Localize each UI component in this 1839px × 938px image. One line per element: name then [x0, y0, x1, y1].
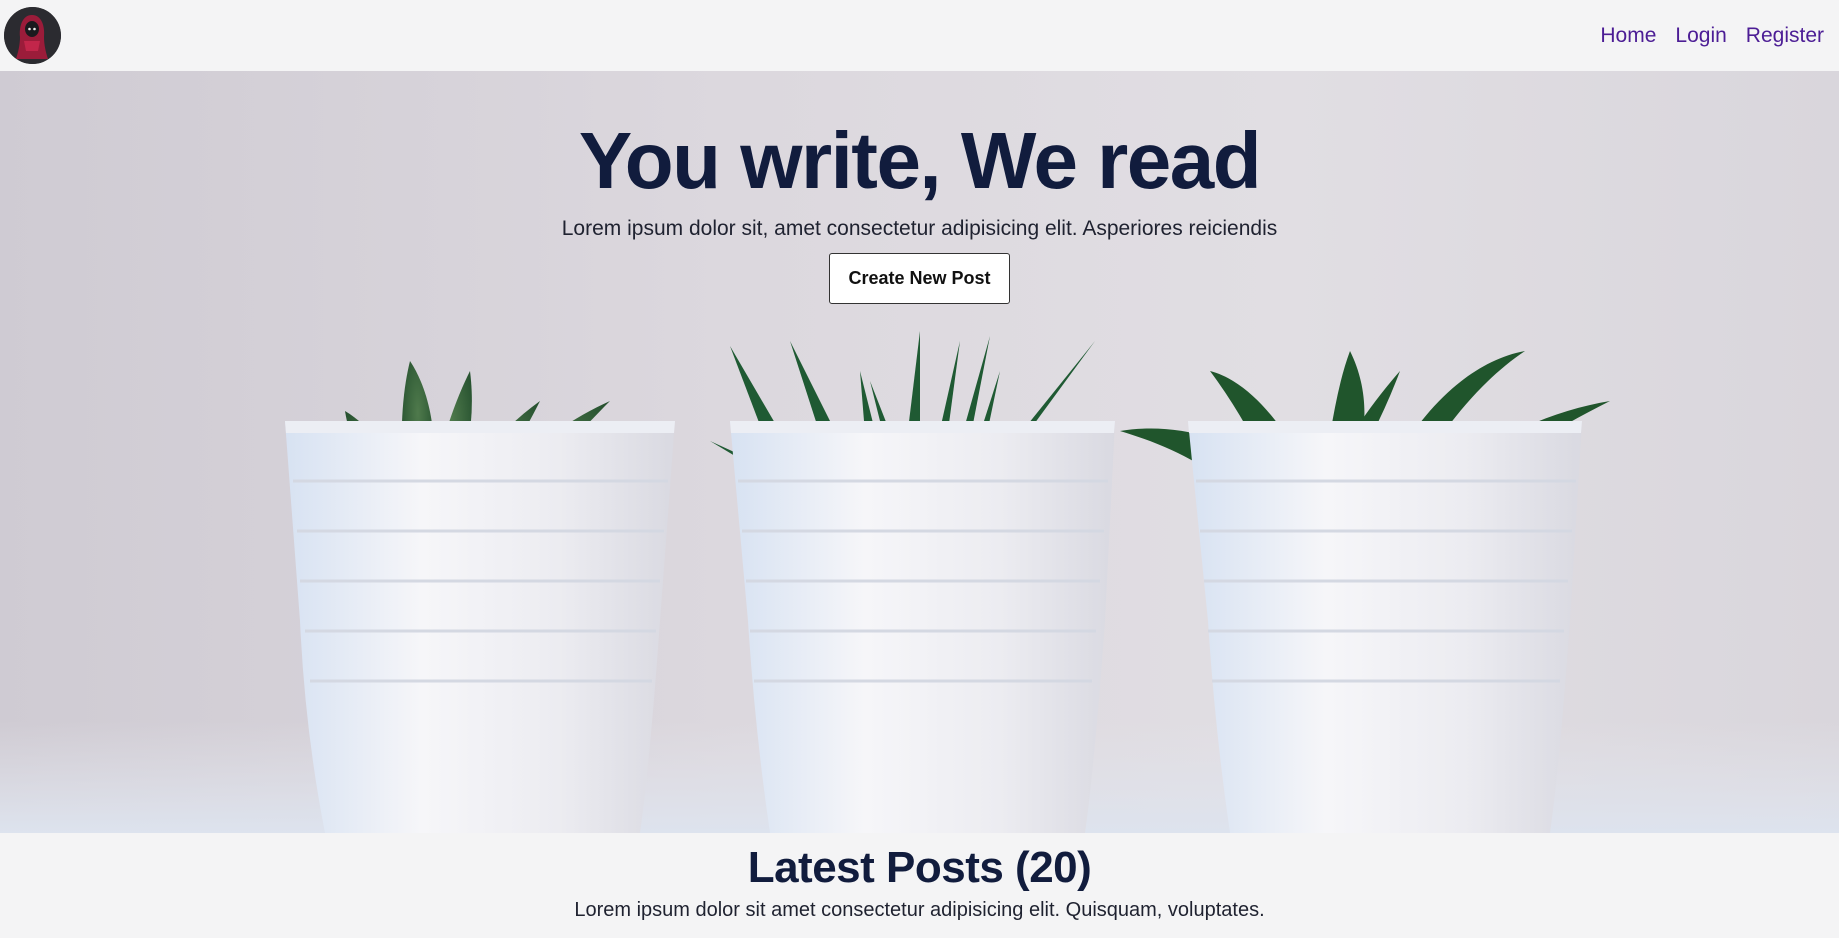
hooded-figure-icon — [4, 7, 61, 64]
pot-left — [285, 421, 675, 833]
navbar: Home Login Register — [0, 0, 1839, 71]
pot-middle — [730, 421, 1115, 833]
latest-posts-title: Latest Posts (20) — [747, 843, 1092, 892]
hero-title: You write, We read — [578, 116, 1262, 205]
hero-content: You write, We read Lorem ipsum dolor sit… — [0, 119, 1839, 304]
latest-posts-subtitle: Lorem ipsum dolor sit amet consectetur a… — [574, 899, 1265, 921]
create-new-post-button[interactable]: Create New Post — [829, 253, 1010, 304]
nav-links: Home Login Register — [1600, 24, 1824, 48]
pot-right — [1188, 421, 1582, 833]
nav-register-link[interactable]: Register — [1746, 24, 1824, 48]
latest-posts-section: Latest Posts (20) Lorem ipsum dolor sit … — [0, 833, 1839, 938]
nav-login-link[interactable]: Login — [1675, 24, 1726, 48]
hero-subtitle: Lorem ipsum dolor sit, amet consectetur … — [561, 217, 1278, 240]
nav-home-link[interactable]: Home — [1600, 24, 1656, 48]
hero-section: You write, We read Lorem ipsum dolor sit… — [0, 71, 1839, 833]
logo-avatar[interactable] — [4, 7, 61, 64]
